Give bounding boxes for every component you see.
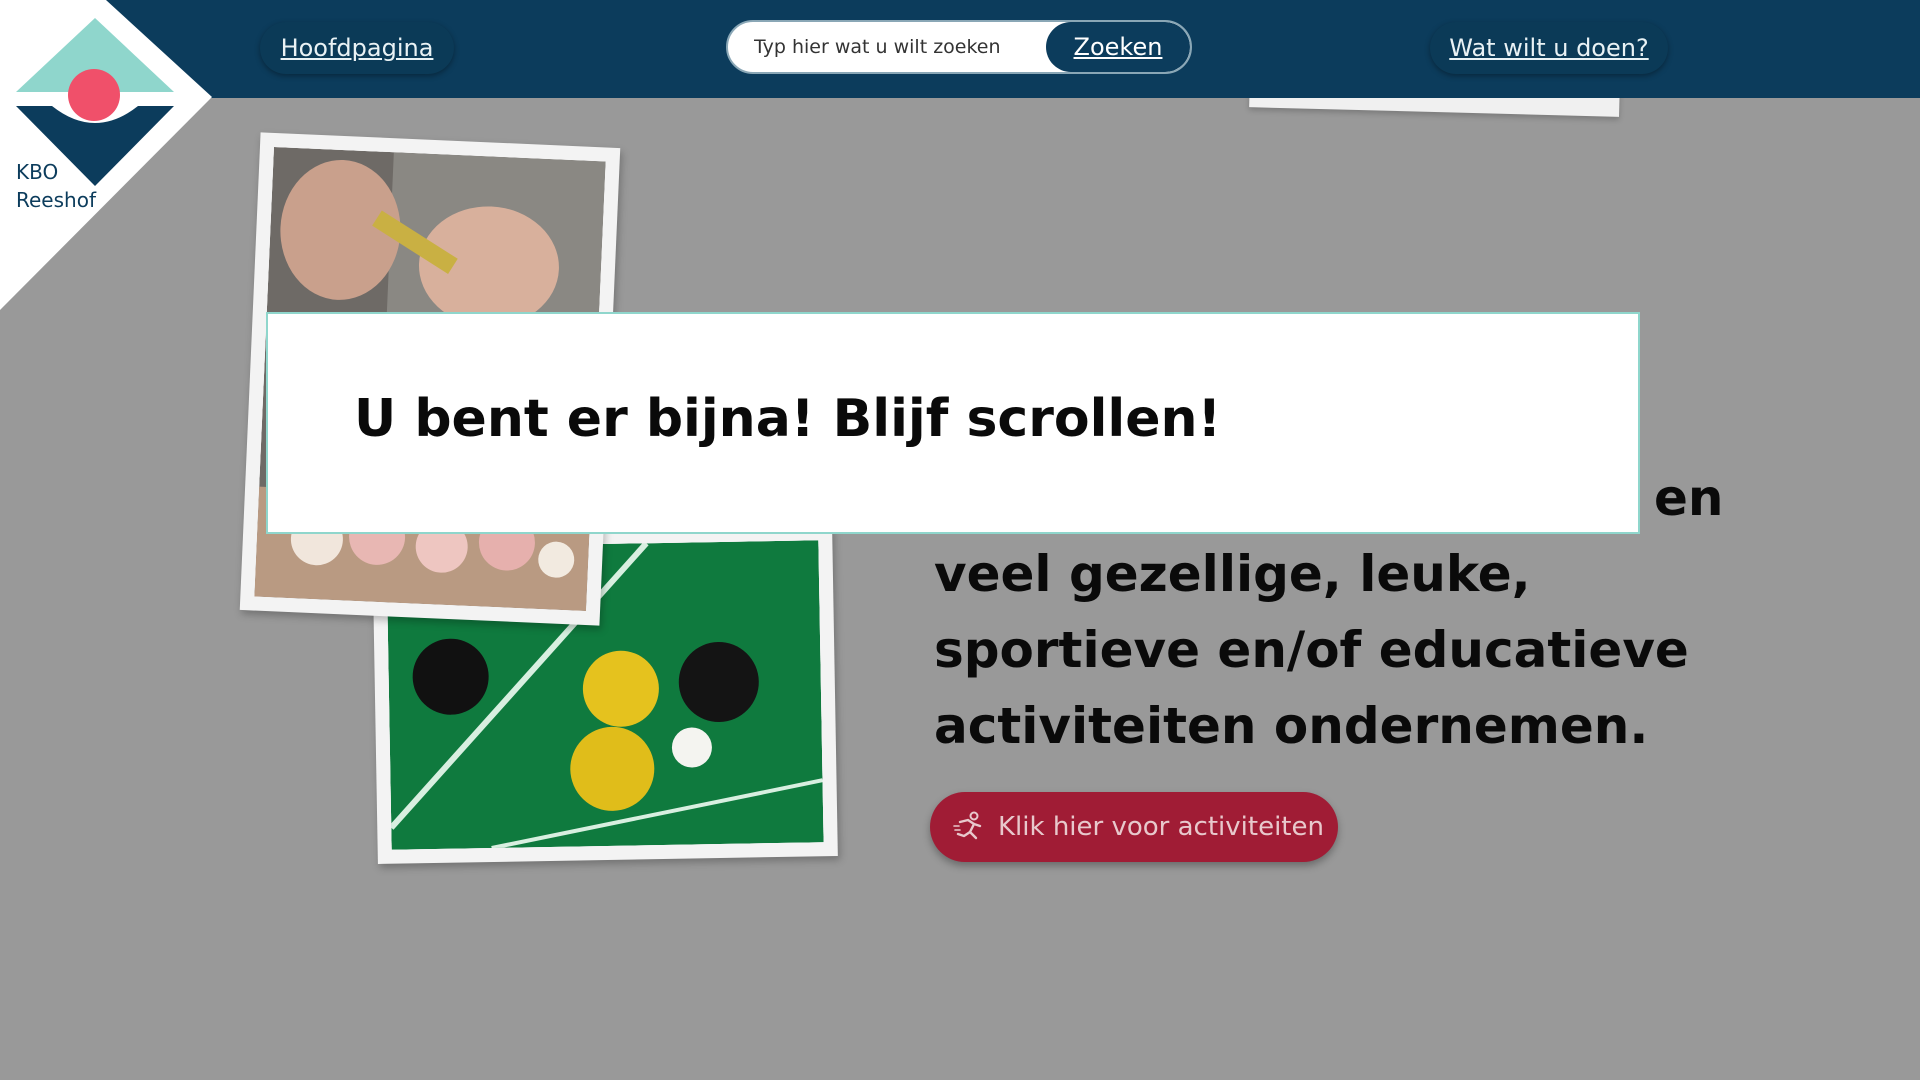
- scroll-reminder-popup: U bent er bijna! Blijf scrollen!: [266, 312, 1640, 534]
- kbo-logo-mark: [0, 0, 212, 310]
- top-navigation-bar: Hoofdpagina Zoeken Wat wilt u doen?: [0, 0, 1920, 98]
- hero-line-2: veel gezellige, leuke,: [934, 545, 1531, 603]
- running-person-icon: [953, 811, 982, 840]
- search-button[interactable]: Zoeken: [1046, 22, 1190, 72]
- hero-line-3: sportieve en/of educatieve: [934, 621, 1689, 679]
- hero-line-1: en: [1654, 469, 1724, 527]
- home-nav-link[interactable]: Hoofdpagina: [260, 22, 454, 74]
- logo-text-line2: Reeshof: [16, 188, 96, 212]
- what-do-you-want-nav-link[interactable]: Wat wilt u doen?: [1430, 22, 1668, 74]
- logo-text: KBO Reeshof: [16, 158, 96, 214]
- search-bar: Zoeken: [726, 20, 1192, 74]
- search-input[interactable]: [728, 22, 1048, 72]
- kbo-logo[interactable]: [0, 0, 212, 310]
- activities-button-label: Klik hier voor activiteiten: [998, 812, 1324, 842]
- hero-line-4: activiteiten ondernemen.: [934, 697, 1649, 755]
- popup-message: U bent er bijna! Blijf scrollen!: [354, 389, 1222, 449]
- activities-button[interactable]: Klik hier voor activiteiten: [930, 792, 1338, 862]
- logo-text-line1: KBO: [16, 160, 59, 184]
